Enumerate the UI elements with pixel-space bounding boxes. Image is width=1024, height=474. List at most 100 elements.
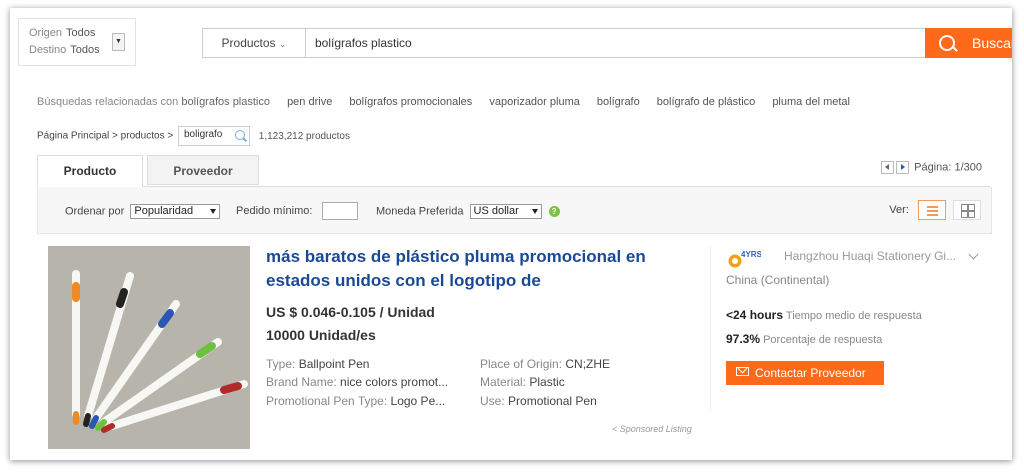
breadcrumb-separator: > — [167, 130, 174, 142]
supplier-name-link[interactable]: Hangzhou Huaqi Stationery Gi... — [784, 249, 956, 263]
product-price: US $ 0.046-0.105 / Unidad — [266, 304, 435, 320]
attribute-value: nice colors promot... — [340, 375, 449, 389]
origin-label: Origen — [29, 27, 63, 39]
breadcrumb-category[interactable]: productos — [121, 131, 165, 142]
product-attribute: Promotional Pen Type: Logo Pe... — [266, 394, 445, 408]
search-category-label: Productos — [221, 36, 276, 50]
supplier-country: China (Continental) — [726, 273, 830, 287]
sort-control: Ordenar por Popularidad — [65, 204, 221, 219]
currency-value: US dollar — [473, 205, 519, 217]
list-view-button[interactable] — [917, 200, 946, 220]
tab-product[interactable]: Producto — [37, 155, 143, 187]
related-term: bolígrafos plastico — [181, 96, 270, 108]
attribute-value: Plastic — [529, 375, 565, 389]
destination-label: Destino — [29, 44, 67, 56]
prev-page-icon[interactable] — [881, 161, 895, 174]
pager: Página: 1/300 — [881, 161, 982, 174]
destination-row: Destino Todos — [29, 44, 100, 56]
related-searches: Búsquedas relacionadas con bolígrafos pl… — [37, 96, 850, 108]
view-switcher: Ver: — [889, 200, 981, 220]
chevron-down-icon — [531, 209, 538, 214]
filter-bar: Ordenar por Popularidad Pedido mínimo: M… — [37, 187, 992, 234]
related-keyword-link[interactable]: pluma del metal — [772, 96, 850, 108]
search-button-label: Buscar — [972, 35, 1012, 51]
min-order-input[interactable] — [321, 202, 358, 220]
currency-select[interactable]: US dollar — [469, 204, 542, 219]
origin-value: Todos — [66, 27, 96, 39]
attribute-label: Brand Name: — [266, 375, 337, 389]
grid-view-button[interactable] — [953, 200, 981, 220]
search-icon — [939, 35, 955, 51]
related-keyword-link[interactable]: vaporizador pluma — [489, 96, 580, 108]
search-icon[interactable] — [235, 130, 245, 140]
view-label: Ver: — [889, 204, 909, 216]
product-attribute: Brand Name: nice colors promot... — [266, 375, 448, 389]
min-order-control: Pedido mínimo: — [236, 202, 358, 220]
attribute-label: Material: — [480, 375, 527, 389]
product-attribute: Place of Origin: CN;ZHE — [480, 357, 610, 371]
product-attribute: Use: Promotional Pen — [480, 394, 597, 408]
chevron-down-icon[interactable] — [968, 249, 979, 260]
page-indicator: Página: 1/300 — [914, 161, 982, 174]
response-rate: 97.3% Porcentaje de respuesta — [726, 332, 882, 346]
related-keyword-link[interactable]: bolígrafo de plástico — [657, 96, 755, 108]
attribute-label: Type: — [266, 357, 296, 371]
chevron-down-icon: ⌄ — [278, 39, 287, 49]
attribute-value: Promotional Pen — [508, 394, 597, 408]
currency-label: Moneda Preferida — [376, 205, 464, 218]
breadcrumb-search-box[interactable]: boligrafo — [178, 126, 250, 146]
sponsored-listing-label: < Sponsored Listing — [612, 424, 692, 434]
related-keyword-link[interactable]: bolígrafos promocionales — [349, 96, 472, 108]
related-keyword-link[interactable]: bolígrafo — [597, 96, 640, 108]
badge-years-text: 4YRS — [741, 250, 761, 259]
attribute-value: Logo Pe... — [390, 394, 446, 408]
response-time-value: <24 hours — [726, 308, 784, 322]
route-dropdown-icon[interactable]: ▼ — [112, 33, 125, 51]
contact-supplier-button[interactable]: Contactar Proveedor — [726, 361, 884, 385]
search-category-select[interactable]: Productos ⌄ — [202, 28, 306, 58]
response-rate-value: 97.3% — [726, 332, 761, 346]
response-time: <24 hours Tiempo medio de respuesta — [726, 308, 922, 322]
attribute-label: Promotional Pen Type: — [266, 394, 388, 408]
currency-control: Moneda Preferida US dollar ? — [376, 204, 560, 219]
search-button[interactable]: Buscar — [925, 28, 1012, 58]
attribute-value: CN;ZHE — [565, 357, 611, 371]
product-image[interactable] — [48, 246, 250, 449]
gold-supplier-badge-icon: 4YRS — [728, 250, 761, 268]
min-order-label: Pedido mínimo: — [236, 204, 313, 217]
attribute-value: Ballpoint Pen — [298, 357, 370, 371]
chevron-down-icon — [210, 209, 217, 214]
contact-supplier-label: Contactar Proveedor — [755, 366, 866, 380]
search-input[interactable]: bolígrafos plastico — [305, 28, 935, 58]
divider — [710, 246, 711, 411]
help-icon[interactable]: ? — [548, 206, 560, 217]
result-count: 1,123,212 productos — [258, 130, 350, 142]
tab-supplier[interactable]: Proveedor — [147, 155, 259, 185]
product-title-link[interactable]: más baratos de plástico pluma promociona… — [266, 245, 686, 293]
route-selector[interactable]: Origen Todos Destino Todos ▼ — [18, 18, 136, 66]
next-page-icon[interactable] — [896, 161, 910, 174]
product-moq: 10000 Unidad/es — [266, 327, 376, 343]
sort-value: Popularidad — [134, 205, 194, 217]
product-attribute: Material: Plastic — [480, 375, 565, 389]
result-tabs: Producto Proveedor — [37, 155, 990, 187]
attribute-label: Use: — [480, 394, 505, 408]
breadcrumb: Página Principal > productos > boligrafo… — [37, 126, 350, 146]
search-bar: Productos ⌄ bolígrafos plastico Buscar — [202, 28, 1012, 58]
attribute-label: Place of Origin: — [480, 357, 563, 371]
breadcrumb-separator: > — [112, 130, 118, 142]
sort-label: Ordenar por — [65, 205, 125, 218]
product-attribute: Type: Ballpoint Pen — [266, 357, 369, 371]
envelope-icon — [736, 367, 749, 376]
related-keyword-link[interactable]: pen drive — [287, 96, 332, 108]
breadcrumb-home[interactable]: Página Principal — [37, 131, 109, 142]
response-time-label: Tiempo medio de respuesta — [785, 310, 922, 322]
pens-illustration — [48, 246, 250, 449]
related-prefix: Búsquedas relacionadas con — [37, 96, 179, 108]
page-frame: Origen Todos Destino Todos ▼ Productos ⌄ b… — [10, 8, 1012, 460]
response-rate-label: Porcentaje de respuesta — [763, 334, 883, 346]
origin-row: Origen Todos — [29, 27, 95, 39]
breadcrumb-current: boligrafo — [184, 129, 223, 140]
destination-value: Todos — [70, 44, 100, 56]
sort-select[interactable]: Popularidad — [130, 204, 221, 219]
